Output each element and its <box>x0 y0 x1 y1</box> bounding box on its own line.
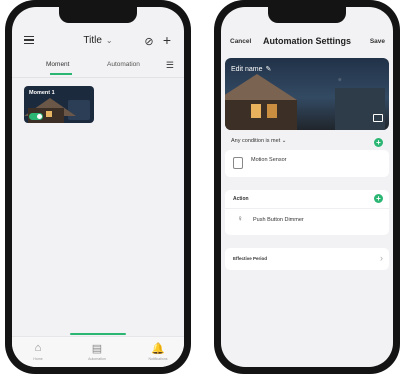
hero-house-right <box>335 88 385 130</box>
condition-label: Any condition is met <box>231 138 281 144</box>
lock-icon[interactable]: ⊘ <box>142 34 156 48</box>
condition-row: Any condition is met ⌄ + <box>231 138 383 148</box>
divider <box>12 77 184 78</box>
tab-automation[interactable]: Automation <box>107 61 140 68</box>
pencil-icon: ✎ <box>265 66 272 73</box>
condition-item-title: Motion Sensor <box>251 157 287 163</box>
left-phone: Title ⌄ ⊘ + Moment Automation ☰ Moment 1… <box>5 0 191 374</box>
action-panel: Action + ♀ Push Button Dimmer <box>225 190 389 235</box>
home-indicator <box>70 333 126 335</box>
add-condition-button[interactable]: + <box>374 138 383 147</box>
save-button[interactable]: Save <box>370 38 385 45</box>
tab-moment[interactable]: Moment <box>46 61 69 68</box>
moment-card[interactable]: Moment 1 <box>24 86 94 123</box>
sort-icon[interactable]: ☰ <box>166 60 174 71</box>
notch <box>59 7 137 23</box>
chevron-down-icon: ⌄ <box>105 36 113 45</box>
add-action-button[interactable]: + <box>374 194 383 203</box>
motion-sensor-icon <box>233 157 243 169</box>
edit-name-button[interactable]: Edit name ✎ <box>231 65 271 73</box>
tabbar-item-notifications[interactable]: 🔔 Notifications <box>138 342 178 361</box>
moment-toggle[interactable] <box>29 113 43 120</box>
condition-dropdown[interactable]: Any condition is met ⌄ <box>231 138 286 144</box>
effective-period-row[interactable]: Effective Period › <box>225 248 389 270</box>
right-phone: Cancel Automation Settings Save Edit nam… <box>214 0 400 374</box>
card-window <box>46 111 52 117</box>
home-icon: ⌂ <box>34 342 42 354</box>
header: Cancel Automation Settings Save <box>221 36 393 50</box>
tabbar-item-home[interactable]: ⌂ Home <box>18 342 58 361</box>
chevron-right-icon: › <box>380 253 383 263</box>
hero-window <box>251 104 261 118</box>
automation-icon: ▤ <box>91 343 103 355</box>
tabbar-label-home: Home <box>33 357 43 361</box>
add-icon[interactable]: + <box>160 32 174 48</box>
active-tab-underline <box>50 73 72 75</box>
moments-screen: Title ⌄ ⊘ + Moment Automation ☰ Moment 1… <box>12 7 184 367</box>
cancel-button[interactable]: Cancel <box>230 38 251 45</box>
edit-name-label: Edit name <box>231 66 263 73</box>
title-dropdown[interactable]: Title ⌄ <box>83 35 112 46</box>
bottom-tabbar: ⌂ Home ▤ Automation 🔔 Notifications <box>12 336 184 367</box>
page-title: Automation Settings <box>263 36 351 46</box>
image-icon[interactable] <box>373 114 383 122</box>
hero-wall <box>225 100 297 130</box>
automation-settings-screen: Cancel Automation Settings Save Edit nam… <box>221 7 393 367</box>
tabbar-label-notifications: Notifications <box>148 357 168 361</box>
bell-icon: 🔔 <box>151 343 165 355</box>
hero-roof <box>225 74 297 100</box>
tabbar-label-automation: Automation <box>88 357 106 361</box>
header: Title ⌄ ⊘ + <box>12 32 184 53</box>
effective-period-label: Effective Period <box>233 256 268 261</box>
cover-image[interactable]: Edit name ✎ <box>225 58 389 130</box>
tabbar-item-automation[interactable]: ▤ Automation <box>77 342 117 361</box>
tab-bar: Moment Automation ☰ <box>12 60 184 75</box>
notch <box>268 7 346 23</box>
hamburger-icon[interactable] <box>22 33 36 47</box>
divider <box>225 208 389 209</box>
chevron-down-icon: ⌄ <box>281 138 287 144</box>
moment-card-title: Moment 1 <box>29 90 55 96</box>
bulb-icon: ♀ <box>237 214 243 223</box>
hero-window <box>267 104 277 118</box>
condition-item[interactable]: Motion Sensor <box>225 150 389 177</box>
action-item-title[interactable]: Push Button Dimmer <box>253 217 304 223</box>
action-label: Action <box>233 196 249 202</box>
page-title: Title <box>83 35 102 46</box>
